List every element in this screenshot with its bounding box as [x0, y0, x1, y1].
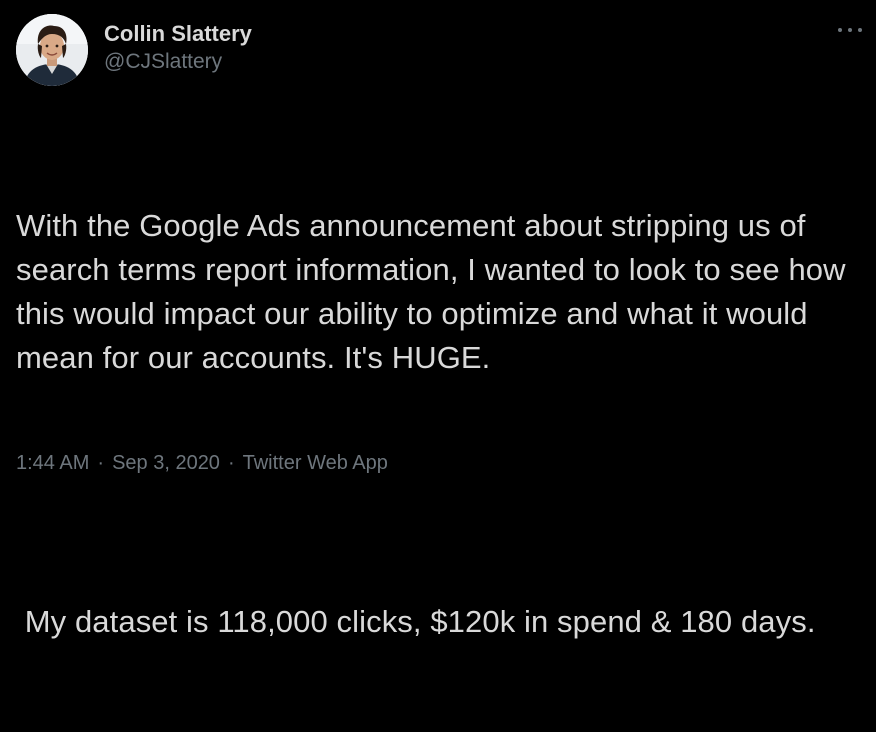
- tweet-card: Collin Slattery @CJSlattery With the Goo…: [0, 0, 876, 639]
- tweet-source[interactable]: Twitter Web App: [243, 449, 388, 477]
- tweet-footer: 1:44 AM · Sep 3, 2020 · Twitter Web App: [16, 449, 388, 477]
- more-horizontal-icon-dot: [858, 28, 862, 32]
- avatar[interactable]: [16, 14, 88, 86]
- tweet-timestamp-time[interactable]: 1:44 AM: [16, 449, 89, 477]
- display-name[interactable]: Collin Slattery: [104, 20, 252, 48]
- more-horizontal-icon: [838, 28, 842, 32]
- tweet-paragraph: With the Google Ads announcement about s…: [16, 208, 855, 375]
- tweet-timestamp-date[interactable]: Sep 3, 2020: [112, 449, 220, 477]
- user-handle[interactable]: @CJSlattery: [104, 48, 252, 76]
- footer-separator: ·: [97, 452, 105, 474]
- tweet-body: With the Google Ads announcement about s…: [16, 116, 866, 732]
- tweet-header: Collin Slattery @CJSlattery: [16, 14, 252, 90]
- tweet-paragraph: My dataset is 118,000 clicks, $120k in s…: [16, 604, 816, 639]
- more-options-button[interactable]: [838, 22, 862, 38]
- user-meta: Collin Slattery @CJSlattery: [104, 20, 252, 76]
- avatar-photo-icon: [16, 14, 88, 86]
- footer-separator: ·: [227, 452, 235, 474]
- more-horizontal-icon-dot: [848, 28, 852, 32]
